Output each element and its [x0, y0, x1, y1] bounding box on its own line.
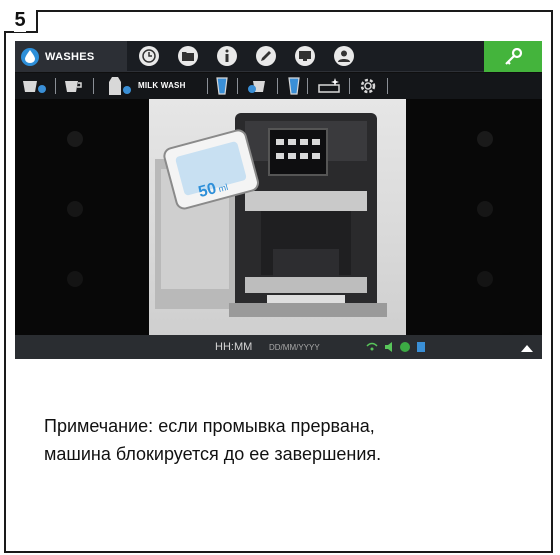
status-indicators [366, 342, 425, 352]
washes-tab[interactable]: WASHES [15, 41, 127, 72]
gear-icon[interactable] [359, 77, 377, 95]
cup-hand-icon[interactable] [247, 77, 269, 95]
machine-screen: WASHES MILK WASH 50 ml HH:MM DD/MM/YYYY [15, 41, 542, 359]
coffee-machine-image: 50 ml [149, 99, 406, 335]
key-button[interactable] [484, 41, 542, 72]
top-bar: WASHES [15, 41, 542, 72]
milk-carton-icon[interactable] [103, 77, 133, 95]
clock-icon[interactable] [139, 46, 159, 66]
tray-clean-icon[interactable] [317, 77, 343, 95]
note-text: Примечание: если промывка прервана, маши… [44, 416, 382, 464]
divider [307, 78, 308, 94]
date-display: DD/MM/YYYY [269, 343, 320, 352]
divider [277, 78, 278, 94]
power-icon [400, 342, 410, 352]
step-number: 5 [14, 9, 26, 32]
divider [55, 78, 56, 94]
pencil-icon[interactable] [256, 46, 276, 66]
cup-rinse-icon[interactable] [21, 77, 47, 95]
arrow-up-icon[interactable] [520, 343, 534, 353]
cup-icon[interactable] [63, 77, 83, 95]
wash-content-area: 50 ml [15, 99, 542, 359]
wash-options-bar: MILK WASH [15, 73, 542, 99]
divider [349, 78, 350, 94]
glass-icon[interactable] [287, 77, 301, 95]
step-number-badge: 5 [4, 9, 38, 33]
milk-wash-label: MILK WASH [138, 81, 186, 90]
divider [387, 78, 388, 94]
divider [207, 78, 208, 94]
wifi-icon [366, 342, 378, 347]
divider [237, 78, 238, 94]
info-icon[interactable] [217, 46, 237, 66]
speaker-icon [385, 342, 392, 352]
key-icon [505, 47, 523, 65]
battery-icon [417, 342, 425, 352]
time-display: HH:MM [215, 341, 253, 353]
water-drop-icon [21, 47, 39, 66]
coffee-machine-illustration: 50 ml [155, 113, 387, 317]
divider [93, 78, 94, 94]
washes-label: WASHES [45, 50, 95, 63]
user-icon[interactable] [334, 46, 354, 66]
glass-icon[interactable] [215, 77, 229, 95]
status-bar: HH:MM DD/MM/YYYY [15, 335, 542, 359]
folder-icon[interactable] [178, 46, 198, 66]
display-icon[interactable] [295, 46, 315, 66]
